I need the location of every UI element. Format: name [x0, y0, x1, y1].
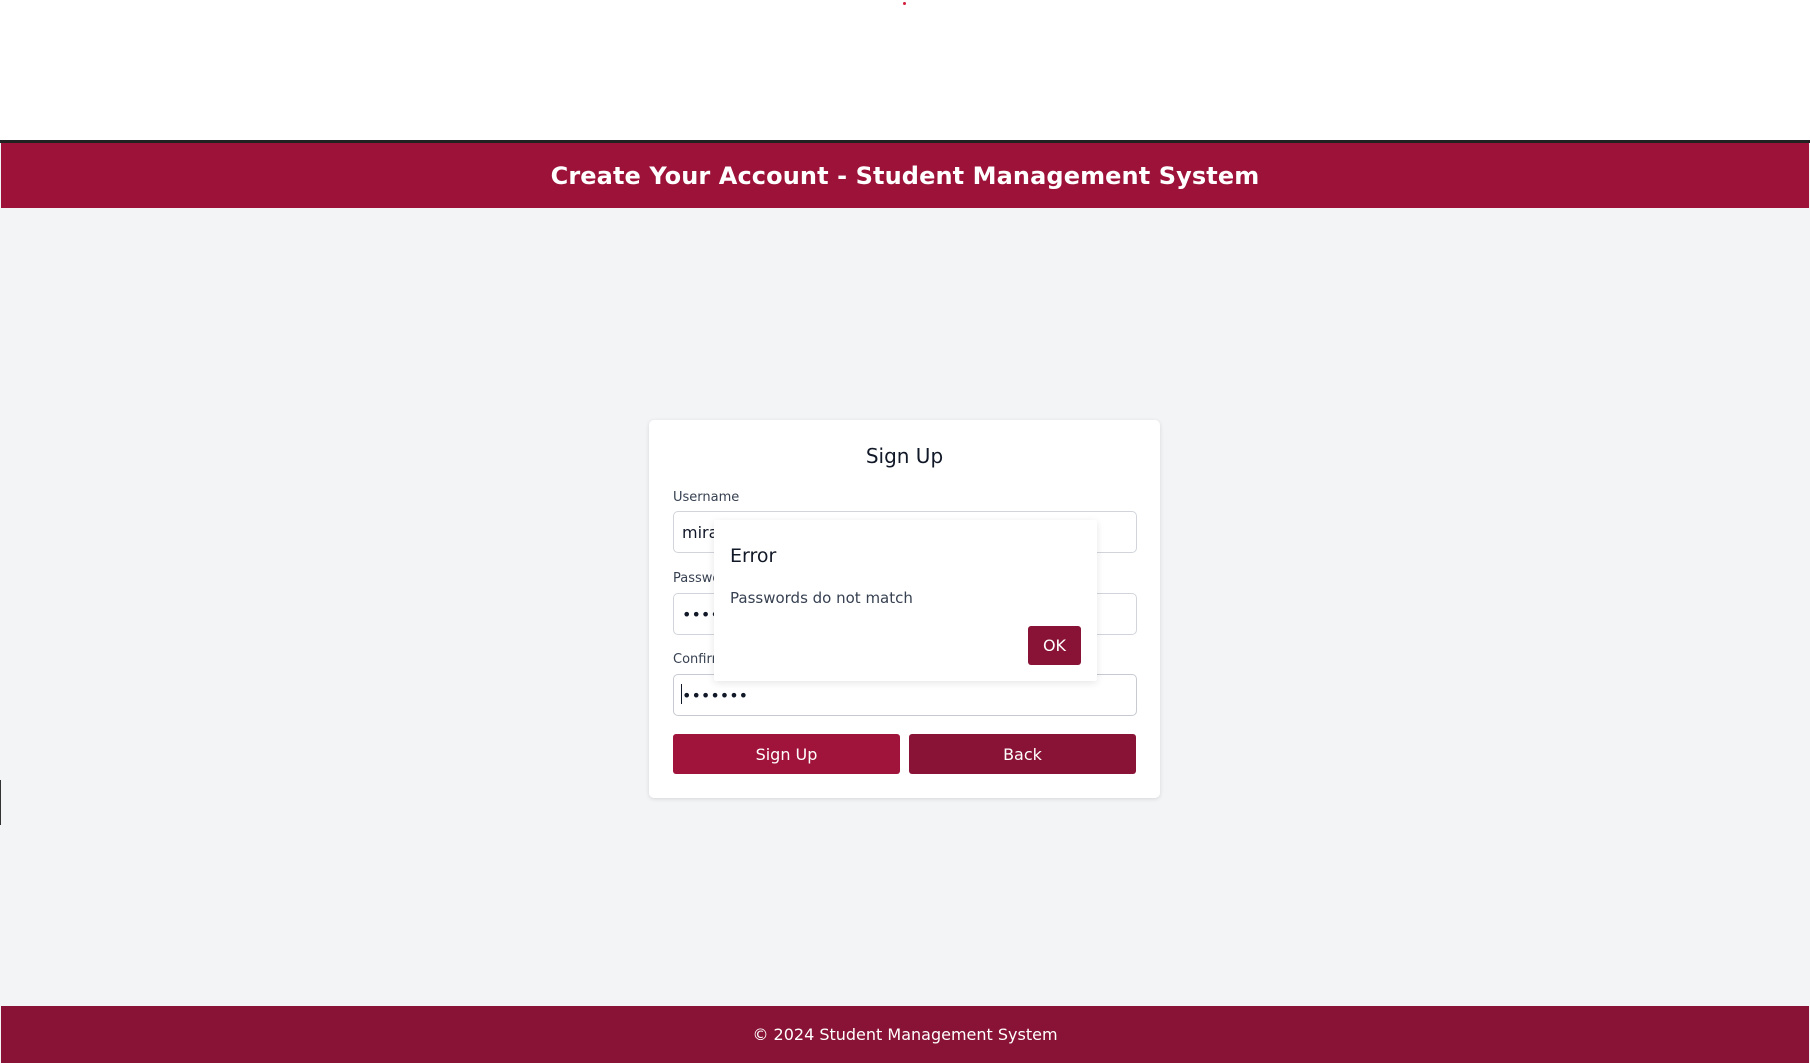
username-label: Username: [673, 490, 740, 505]
dialog-title: Error: [730, 545, 777, 567]
back-button[interactable]: Back: [909, 734, 1136, 774]
loading-indicator-dot: [903, 2, 906, 5]
error-dialog: Error Passwords do not match OK: [714, 520, 1097, 681]
signup-title: Sign Up: [865, 444, 944, 468]
page: Create Your Account - Student Management…: [0, 0, 1810, 1063]
window-edge: [0, 780, 1, 825]
ok-button[interactable]: OK: [1028, 626, 1081, 665]
app-header: Create Your Account - Student Management…: [1, 143, 1809, 208]
page-title: Create Your Account - Student Management…: [550, 161, 1260, 190]
dialog-message: Passwords do not match: [730, 589, 913, 607]
footer-text: © 2024 Student Management System: [752, 1025, 1058, 1044]
text-cursor: [681, 684, 682, 704]
footer: © 2024 Student Management System: [1, 1006, 1809, 1063]
signup-button[interactable]: Sign Up: [673, 734, 900, 774]
